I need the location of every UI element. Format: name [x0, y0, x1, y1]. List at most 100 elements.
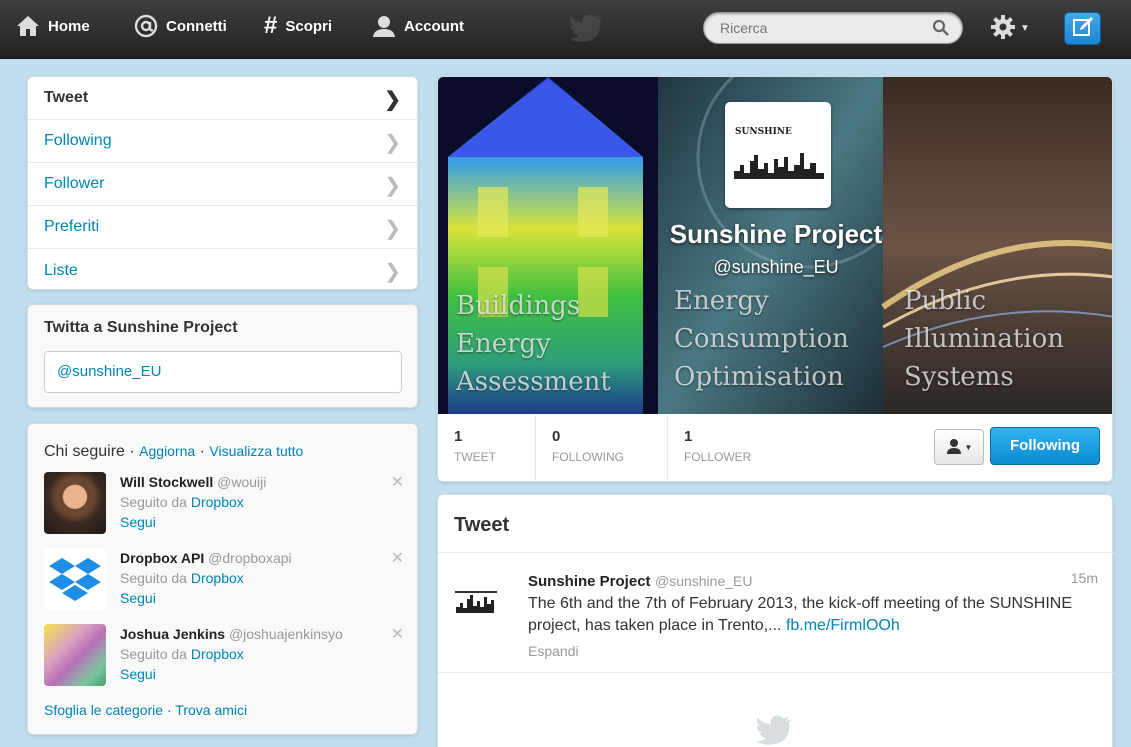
sidebar-item-follower[interactable]: Follower ❯	[28, 163, 417, 206]
suggestion-handle: @wouiji	[217, 474, 267, 490]
caption-line: Public	[904, 286, 987, 316]
compose-button[interactable]	[1064, 12, 1101, 45]
nav-home[interactable]: Home	[16, 14, 90, 38]
follow-link[interactable]: Segui	[120, 512, 266, 532]
sidebar-item-lists[interactable]: Liste ❯	[28, 249, 417, 292]
followed-by-label: Seguito da	[120, 494, 187, 510]
close-icon[interactable]: ✕	[391, 624, 404, 644]
close-icon[interactable]: ✕	[391, 548, 404, 568]
stat-label: FOLLOWER	[684, 450, 752, 464]
tweet-timestamp[interactable]: 15m	[1071, 570, 1098, 586]
nav-account-label: Account	[404, 17, 464, 35]
suggestion-name[interactable]: Dropbox API	[120, 550, 204, 566]
stat-following[interactable]: 0 FOLLOWING	[536, 415, 668, 481]
stat-label: TWEET	[454, 450, 496, 464]
chevron-right-icon: ❯	[384, 89, 401, 111]
user-dropdown-icon	[946, 438, 962, 457]
caption-line: Energy	[456, 329, 551, 359]
compose-icon	[1072, 16, 1094, 41]
caption-line: Energy	[674, 286, 769, 316]
sidebar-item-favorites[interactable]: Preferiti ❯	[28, 206, 417, 249]
follow-link[interactable]: Segui	[120, 664, 343, 684]
at-icon	[134, 14, 158, 38]
search-input[interactable]	[704, 13, 914, 43]
tweet-to-input[interactable]: @sunshine_EU	[44, 351, 402, 393]
view-all-link[interactable]: Visualizza tutto	[209, 443, 303, 459]
tweets-title: Tweet	[454, 514, 510, 536]
sidebar-item-label: Following	[44, 132, 112, 149]
search-field[interactable]	[703, 12, 963, 44]
sidebar-item-tweet[interactable]: Tweet ❯	[28, 77, 417, 120]
chevron-right-icon: ❯	[384, 218, 401, 240]
tweet-to-box: Twitta a Sunshine Project @sunshine_EU	[27, 304, 418, 408]
stat-value: 1	[454, 428, 463, 445]
avatar[interactable]	[44, 472, 106, 534]
refresh-link[interactable]: Aggiorna	[139, 443, 195, 459]
close-icon[interactable]: ✕	[391, 472, 404, 492]
caption-line: Illumination	[904, 324, 1065, 354]
profile-avatar[interactable]: SUNSHINE	[725, 102, 831, 208]
header-caption-3: Public Illumination Systems	[904, 282, 1064, 396]
followed-by-link[interactable]: Dropbox	[191, 646, 244, 662]
suggestion-handle: @joshuajenkinsyo	[228, 626, 343, 642]
chevron-down-icon: ▼	[1020, 22, 1030, 34]
followed-by-link[interactable]: Dropbox	[191, 570, 244, 586]
tweet-avatar[interactable]	[454, 577, 498, 621]
profile-card: SUNSHINE Sunshine Project @sunshine_EU B…	[437, 76, 1113, 482]
nav-discover[interactable]: # Scopri	[264, 14, 332, 38]
suggestion-handle: @dropboxapi	[208, 550, 292, 566]
expand-link[interactable]: Espandi	[528, 640, 1098, 662]
tweet-item[interactable]: Sunshine Project @sunshine_EU The 6th an…	[438, 553, 1114, 673]
stat-value: 1	[684, 428, 693, 445]
profile-name: Sunshine Project	[669, 219, 883, 249]
suggestion-name[interactable]: Will Stockwell	[120, 474, 213, 490]
avatar[interactable]	[44, 624, 106, 686]
who-to-follow-header: Chi seguire · Aggiorna · Visualizza tutt…	[44, 443, 304, 460]
who-to-follow-title: Chi seguire	[44, 443, 125, 460]
browse-categories-link[interactable]: Sfoglia le categorie	[44, 702, 163, 718]
followed-by-link[interactable]: Dropbox	[191, 494, 244, 510]
profile-handle: @sunshine_EU	[713, 257, 839, 277]
suggestion-row: Will Stockwell @wouiji Seguito da Dropbo…	[44, 472, 404, 536]
stat-value: 0	[552, 428, 561, 445]
find-friends-link[interactable]: Trova amici	[175, 702, 247, 718]
tweet-author-handle: @sunshine_EU	[654, 573, 753, 589]
stat-tweets[interactable]: 1 TWEET	[438, 415, 536, 481]
nav-account[interactable]: Account	[372, 14, 464, 38]
caption-line: Systems	[904, 362, 1014, 392]
search-icon[interactable]	[932, 19, 950, 37]
follow-link[interactable]: Segui	[120, 588, 292, 608]
suggestion-name[interactable]: Joshua Jenkins	[120, 626, 225, 642]
chevron-right-icon: ❯	[384, 132, 401, 154]
avatar[interactable]	[44, 548, 106, 610]
following-button[interactable]: Following	[990, 427, 1100, 465]
nav-connect[interactable]: Connetti	[134, 14, 227, 38]
chevron-right-icon: ❯	[384, 175, 401, 197]
nav-home-label: Home	[48, 17, 90, 35]
settings-menu[interactable]: ▼	[990, 14, 1034, 42]
sidebar-item-following[interactable]: Following ❯	[28, 120, 417, 163]
suggestion-info: Dropbox API @dropboxapi Seguito da Dropb…	[120, 548, 292, 608]
sidebar-item-label: Preferiti	[44, 218, 100, 235]
person-icon	[372, 14, 396, 38]
stat-label: FOLLOWING	[552, 450, 625, 464]
nav-connect-label: Connetti	[166, 17, 227, 35]
tweet-link[interactable]: fb.me/FirmlOOh	[786, 617, 900, 634]
user-actions-dropdown[interactable]: ▼	[934, 429, 984, 465]
top-bar: Home Connetti # Scopri Account ▼	[0, 0, 1131, 59]
sidebar-item-label: Follower	[44, 175, 105, 192]
profile-stats: 1 TWEET 0 FOLLOWING 1 FOLLOWER ▼ Followi…	[438, 415, 1112, 481]
who-to-follow-footer: Sfoglia le categorie · Trova amici	[44, 702, 248, 718]
caption-line: Optimisation	[674, 362, 844, 392]
tweet-author-name[interactable]: Sunshine Project	[528, 573, 651, 590]
suggestion-info: Joshua Jenkins @joshuajenkinsyo Seguito …	[120, 624, 343, 684]
tweet-to-title: Twitta a Sunshine Project	[44, 319, 238, 336]
caption-line: Consumption	[674, 324, 849, 354]
twitter-bird-icon[interactable]	[568, 10, 604, 46]
followed-by-label: Seguito da	[120, 570, 187, 586]
stat-followers[interactable]: 1 FOLLOWER	[668, 415, 798, 481]
suggestion-info: Will Stockwell @wouiji Seguito da Dropbo…	[120, 472, 266, 532]
header-caption-1: Buildings Energy Assessment	[456, 287, 611, 401]
tweets-panel: Tweet Sunshine Project @sunshine_EU The …	[437, 494, 1114, 747]
logo-title: SUNSHINE	[735, 127, 792, 137]
